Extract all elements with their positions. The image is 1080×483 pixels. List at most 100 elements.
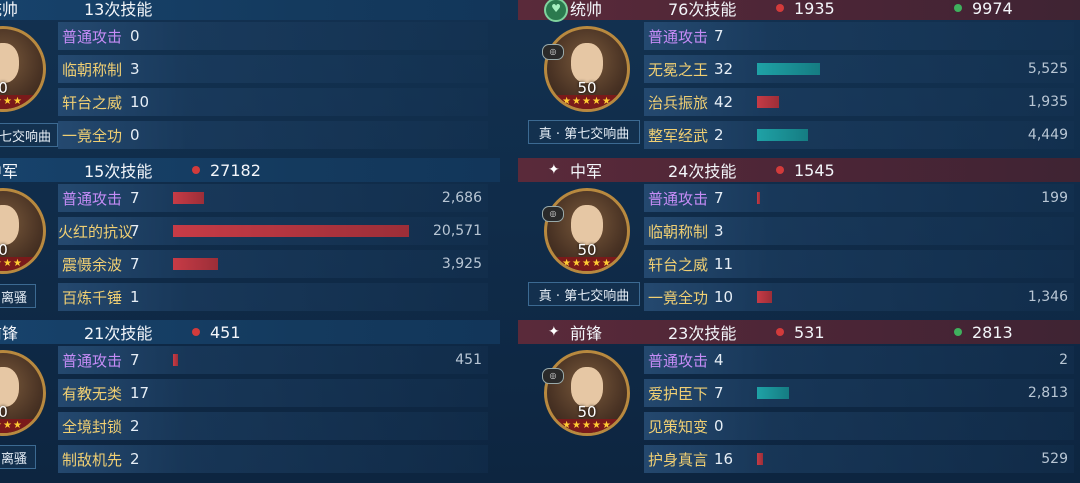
skill-count: 15次技能: [84, 162, 153, 181]
skill-count-value: 32: [714, 60, 734, 78]
equipped-book: 离骚: [0, 445, 36, 469]
hero-face: [0, 43, 19, 83]
right-vanguard-header: ✦ 前锋 23次技能 531 2813: [518, 320, 1080, 344]
left-vanguard-header: 前锋 21次技能 451: [0, 320, 500, 344]
hero-stars: ★★★★: [0, 257, 43, 271]
equipped-book: 真 · 第七交响曲: [528, 282, 640, 306]
hero-portrait[interactable]: 0 ★★★★: [0, 188, 46, 274]
hero-face: [571, 367, 603, 407]
skill-count: 76次技能: [668, 0, 737, 19]
skill-name: 无冕之王: [648, 60, 709, 79]
skill-name: 普通攻击: [62, 351, 123, 370]
heal-total: 9974: [972, 0, 1013, 18]
skill-count-value: 2: [130, 450, 140, 468]
skill-row: 全境封锁 2: [58, 412, 488, 440]
hero-stars: ★★★★★: [547, 95, 627, 109]
damage-value: 529: [1041, 451, 1068, 467]
skill-count-value: 0: [714, 417, 724, 435]
red-dot-icon: [776, 4, 784, 12]
hero-portrait[interactable]: 50 ★★★★★: [544, 188, 630, 274]
skill-name: 普通攻击: [648, 27, 709, 46]
equipped-book: 离骚: [0, 284, 36, 308]
heal-value: 4,449: [1027, 127, 1068, 143]
skill-count-value: 7: [130, 255, 140, 273]
hero-stars: ★★★★★: [547, 419, 627, 433]
heal-stat: 2813: [954, 323, 1013, 342]
hero-portrait[interactable]: 0 ★★★★: [0, 350, 46, 436]
skill-row: 普通攻击 4 2: [644, 346, 1074, 374]
damage-stat: 1545: [776, 161, 835, 180]
skill-count-value: 0: [130, 126, 140, 144]
skill-name: 爱护臣下: [648, 384, 709, 403]
red-dot-icon: [776, 328, 784, 336]
damage-value: 451: [455, 352, 482, 368]
heal-value: 2,813: [1027, 385, 1068, 401]
hero-portrait[interactable]: 50 ★★★★★: [544, 350, 630, 436]
damage-stat: 531: [776, 323, 825, 342]
skill-row: 火红的抗议 7 20,571: [58, 217, 488, 245]
skill-name: 普通攻击: [648, 351, 709, 370]
skill-count-value: 4: [714, 351, 724, 369]
damage-value: 2,686: [441, 190, 482, 206]
skill-name: 轩台之威: [62, 93, 123, 112]
damage-stat: 451: [192, 323, 241, 342]
skill-name: 护身真言: [648, 450, 709, 469]
skill-name: 制敌机先: [62, 450, 123, 469]
equipped-book: 七交响曲: [0, 123, 58, 147]
left-commander-header: 统帅 13次技能: [0, 0, 500, 20]
right-commander-header: ♥ 统帅 76次技能 1935 9974: [518, 0, 1080, 22]
skill-row: 临朝称制 3: [58, 55, 488, 83]
skill-row: 震慑余波 7 3,925: [58, 250, 488, 278]
skill-count-value: 10: [714, 288, 734, 306]
skin-badge-icon: ◎: [542, 44, 564, 60]
skill-count-value: 42: [714, 93, 734, 111]
damage-value: 3,925: [441, 256, 482, 272]
skill-name: 临朝称制: [62, 60, 123, 79]
sparkle-icon: ✦: [548, 324, 560, 340]
skill-name: 见策知变: [648, 417, 709, 436]
skill-count: 21次技能: [84, 324, 153, 343]
hero-stars: ★★★★★: [547, 257, 627, 271]
skill-count: 23次技能: [668, 324, 737, 343]
damage-bar: [757, 291, 772, 303]
skill-count-value: 7: [130, 351, 140, 369]
skill-row: 一竟全功 10 1,346: [644, 283, 1074, 311]
skill-row: 普通攻击 0: [58, 22, 488, 50]
skill-count-value: 7: [714, 27, 724, 45]
skill-count-value: 11: [714, 255, 734, 273]
skill-count-value: 7: [714, 189, 724, 207]
skill-name: 整军经武: [648, 126, 709, 145]
hero-portrait[interactable]: 50 ★★★★★: [544, 26, 630, 112]
heal-bar: [757, 129, 808, 141]
sparkle-icon: ✦: [548, 162, 560, 178]
role-label: 统帅: [570, 0, 603, 19]
red-dot-icon: [776, 166, 784, 174]
damage-stat: 1935: [776, 0, 835, 18]
skill-name: 轩台之威: [648, 255, 709, 274]
damage-bar: [173, 258, 218, 270]
damage-value: 20,571: [433, 223, 482, 239]
skill-row: 见策知变 0: [644, 412, 1074, 440]
role-label: 前锋: [570, 324, 603, 343]
red-dot-icon: [192, 328, 200, 336]
hero-face: [0, 367, 19, 407]
hero-face: [0, 205, 19, 245]
damage-bar: [173, 225, 409, 237]
hero-face: [571, 43, 603, 83]
green-dot-icon: [954, 4, 962, 12]
role-label: 统帅: [0, 0, 19, 19]
skill-count-value: 3: [130, 60, 140, 78]
skill-name: 百炼千锤: [62, 288, 123, 307]
skill-row: 护身真言 16 529: [644, 445, 1074, 473]
hero-stars: ★★★★: [0, 419, 43, 433]
skill-name: 全境封锁: [62, 417, 123, 436]
skill-row: 轩台之威 11: [644, 250, 1074, 278]
damage-stat: 27182: [192, 161, 261, 180]
skill-row: 普通攻击 7 2,686: [58, 184, 488, 212]
skill-count-value: 1: [130, 288, 140, 306]
hero-portrait[interactable]: 0 ★★★★: [0, 26, 46, 112]
skill-row: 普通攻击 7 199: [644, 184, 1074, 212]
skill-row: 轩台之威 10: [58, 88, 488, 116]
left-center-header: 中军 15次技能 27182: [0, 158, 500, 182]
skill-row: 百炼千锤 1: [58, 283, 488, 311]
